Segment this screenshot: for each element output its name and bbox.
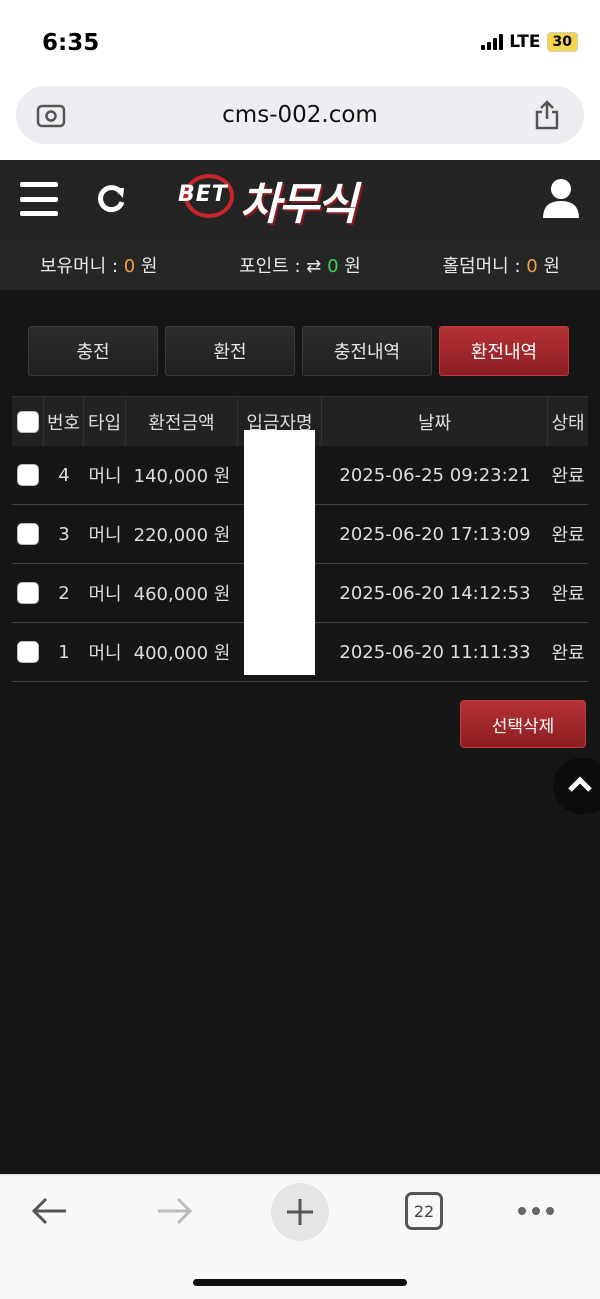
tab-withdraw[interactable]: 환전 — [165, 326, 295, 376]
row-checkbox[interactable] — [17, 523, 39, 545]
row-checkbox[interactable] — [17, 641, 39, 663]
refresh-icon[interactable] — [94, 182, 128, 220]
address-bar[interactable]: cms-002.com — [16, 86, 584, 144]
tabs-count-button[interactable]: 22 — [405, 1192, 443, 1230]
site-logo[interactable]: BET 차무식 — [178, 168, 418, 230]
status-indicators: LTE 30 — [481, 32, 578, 52]
logo-title: 차무식 — [240, 179, 357, 230]
scroll-top-button[interactable] — [553, 758, 600, 814]
header-date: 날짜 — [322, 397, 548, 446]
battery-icon: 30 — [546, 32, 578, 52]
convert-icon[interactable]: ⇄ — [306, 256, 321, 277]
new-tab-button[interactable] — [271, 1183, 329, 1241]
signal-icon — [481, 34, 504, 50]
plus-icon — [287, 1199, 313, 1225]
balance-bar: 보유머니 : 0 원 포인트 : ⇄ 0 원 홀덤머니 : 0 원 — [0, 240, 600, 290]
share-icon[interactable] — [534, 100, 560, 134]
header-no: 번호 — [44, 397, 84, 446]
select-all-checkbox[interactable] — [16, 410, 39, 433]
row-checkbox[interactable] — [17, 582, 39, 604]
site-header: BET 차무식 — [0, 160, 600, 240]
tab-withdraw-history[interactable]: 환전내역 — [439, 326, 569, 376]
row-checkbox[interactable] — [17, 464, 39, 486]
header-amount: 환전금액 — [126, 397, 238, 446]
chevron-up-icon — [567, 775, 593, 797]
forward-arrow-icon[interactable] — [154, 1195, 194, 1231]
delete-selected-button[interactable]: 선택삭제 — [460, 700, 586, 748]
url-text: cms-002.com — [222, 102, 378, 128]
back-arrow-icon[interactable] — [30, 1195, 70, 1231]
logo-prefix: BET — [178, 182, 228, 207]
more-icon[interactable] — [518, 1207, 554, 1215]
header-type: 타입 — [84, 397, 126, 446]
browser-toolbar: 22 — [0, 1174, 600, 1299]
tab-deposit-history[interactable]: 충전내역 — [302, 326, 432, 376]
user-icon[interactable] — [542, 178, 580, 222]
status-time: 6:35 — [42, 30, 100, 56]
holding-money: 보유머니 : 0 원 — [40, 256, 158, 277]
tab-bar: 충전 환전 충전내역 환전내역 — [28, 326, 572, 376]
network-label: LTE — [509, 32, 541, 52]
points: 포인트 : ⇄ 0 원 — [239, 256, 361, 277]
home-indicator — [193, 1279, 407, 1286]
holdem-money: 홀덤머니 : 0 원 — [442, 256, 560, 277]
browser-url-area: cms-002.com — [0, 86, 600, 160]
redaction-mask — [244, 430, 315, 675]
header-status: 상태 — [551, 412, 585, 434]
menu-icon[interactable] — [20, 182, 58, 216]
page-tools-icon[interactable] — [36, 103, 66, 133]
tab-deposit[interactable]: 충전 — [28, 326, 158, 376]
status-bar: 6:35 LTE 30 — [0, 0, 600, 86]
